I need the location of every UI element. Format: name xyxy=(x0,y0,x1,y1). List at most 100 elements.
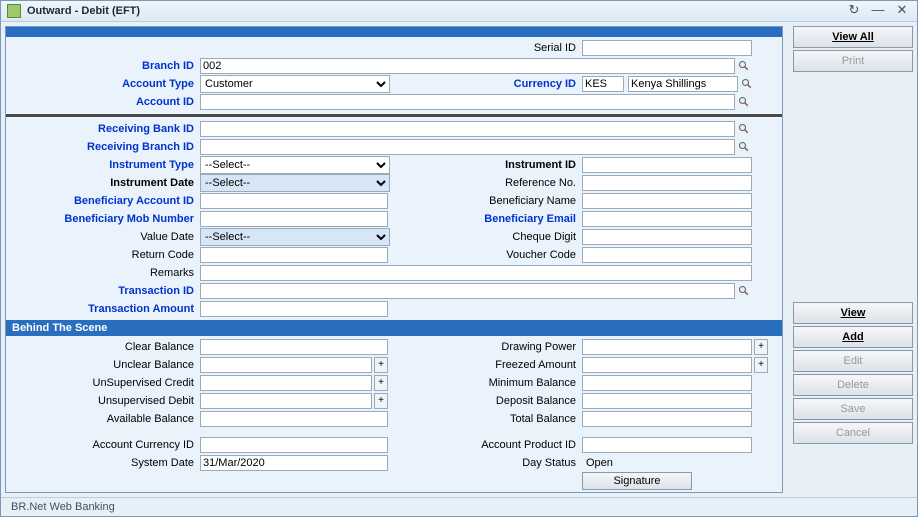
voucher-code-label: Voucher Code xyxy=(388,249,582,261)
plus-button[interactable]: + xyxy=(374,393,388,409)
freezed-amount-input[interactable] xyxy=(582,357,752,373)
reference-no-input[interactable] xyxy=(582,175,752,191)
day-status-label: Day Status xyxy=(388,457,582,469)
minimum-balance-label: Minimum Balance xyxy=(388,377,582,389)
instrument-type-label: Instrument Type xyxy=(10,159,200,171)
instrument-type-select[interactable]: --Select-- xyxy=(200,156,390,174)
drawing-power-input[interactable] xyxy=(582,339,752,355)
available-balance-label: Available Balance xyxy=(10,413,200,425)
unsupervised-debit-input[interactable] xyxy=(200,393,372,409)
search-icon[interactable] xyxy=(737,95,751,109)
currency-name-input[interactable] xyxy=(628,76,738,92)
account-currency-label: Account Currency ID xyxy=(10,439,200,451)
serial-id-input[interactable] xyxy=(582,40,752,56)
beneficiary-email-input[interactable] xyxy=(582,211,752,227)
reference-no-label: Reference No. xyxy=(390,177,582,189)
add-button[interactable]: Add xyxy=(793,326,913,348)
instrument-date-select[interactable]: --Select-- xyxy=(200,174,390,192)
app-window: Outward - Debit (EFT) ↻ — ✕ Serial ID Br… xyxy=(0,0,918,517)
save-button[interactable]: Save xyxy=(793,398,913,420)
view-button[interactable]: View xyxy=(793,302,913,324)
total-balance-input[interactable] xyxy=(582,411,752,427)
account-product-input[interactable] xyxy=(582,437,752,453)
remarks-input[interactable] xyxy=(200,265,752,281)
minimum-balance-input[interactable] xyxy=(582,375,752,391)
beneficiary-name-label: Beneficiary Name xyxy=(388,195,582,207)
instrument-id-label: Instrument ID xyxy=(390,159,582,171)
edit-button[interactable]: Edit xyxy=(793,350,913,372)
unsupervised-debit-label: Unsupervised Debit xyxy=(10,395,200,407)
return-code-label: Return Code xyxy=(10,249,200,261)
transaction-amount-input[interactable] xyxy=(200,301,388,317)
delete-button[interactable]: Delete xyxy=(793,374,913,396)
titlebar: Outward - Debit (EFT) ↻ — ✕ xyxy=(1,1,917,22)
search-icon[interactable] xyxy=(737,284,751,298)
content: Serial ID Branch ID Account Type Custome… xyxy=(1,22,917,497)
cheque-digit-label: Cheque Digit xyxy=(390,231,582,243)
minimize-icon[interactable]: — xyxy=(869,4,887,18)
divider xyxy=(6,114,782,117)
cancel-button[interactable]: Cancel xyxy=(793,422,913,444)
refresh-icon[interactable]: ↻ xyxy=(845,4,863,18)
receiving-branch-label: Receiving Branch ID xyxy=(10,141,200,153)
plus-button[interactable]: + xyxy=(374,357,388,373)
unsupervised-credit-input[interactable] xyxy=(200,375,372,391)
plus-button[interactable]: + xyxy=(374,375,388,391)
status-bar: BR.Net Web Banking xyxy=(1,497,917,516)
account-id-input[interactable] xyxy=(200,94,735,110)
search-icon[interactable] xyxy=(737,122,751,136)
serial-id-label: Serial ID xyxy=(10,42,582,54)
cheque-digit-input[interactable] xyxy=(582,229,752,245)
day-status-value: Open xyxy=(582,457,752,469)
signature-button[interactable]: Signature xyxy=(582,472,692,490)
return-code-input[interactable] xyxy=(200,247,388,263)
branch-id-label: Branch ID xyxy=(10,60,200,72)
value-date-select[interactable]: --Select-- xyxy=(200,228,390,246)
clear-balance-input[interactable] xyxy=(200,339,388,355)
plus-button[interactable]: + xyxy=(754,339,768,355)
close-icon[interactable]: ✕ xyxy=(893,4,911,18)
bts-header: Behind The Scene xyxy=(6,320,782,336)
beneficiary-name-input[interactable] xyxy=(582,193,752,209)
search-icon[interactable] xyxy=(737,59,751,73)
search-icon[interactable] xyxy=(740,77,754,91)
currency-code-input[interactable] xyxy=(582,76,624,92)
system-date-label: System Date xyxy=(10,457,200,469)
receiving-branch-input[interactable] xyxy=(200,139,735,155)
clear-balance-label: Clear Balance xyxy=(10,341,200,353)
beneficiary-account-input[interactable] xyxy=(200,193,388,209)
plus-button[interactable]: + xyxy=(754,357,768,373)
detail-form: Receiving Bank ID Receiving Branch ID In… xyxy=(6,118,782,320)
currency-id-label: Currency ID xyxy=(390,78,582,90)
bts-form: Clear Balance Drawing Power + Unclear Ba… xyxy=(6,336,782,492)
window-title: Outward - Debit (EFT) xyxy=(27,5,839,17)
deposit-balance-input[interactable] xyxy=(582,393,752,409)
search-icon[interactable] xyxy=(737,140,751,154)
account-type-select[interactable]: Customer xyxy=(200,75,390,93)
header-form: Serial ID Branch ID Account Type Custome… xyxy=(6,37,782,113)
sidebar: View All Print View Add Edit Delete Save… xyxy=(793,26,913,493)
available-balance-input[interactable] xyxy=(200,411,388,427)
transaction-id-input[interactable] xyxy=(200,283,735,299)
branch-id-input[interactable] xyxy=(200,58,735,74)
voucher-code-input[interactable] xyxy=(582,247,752,263)
instrument-id-input[interactable] xyxy=(582,157,752,173)
remarks-label: Remarks xyxy=(10,267,200,279)
app-icon xyxy=(7,4,21,18)
account-product-label: Account Product ID xyxy=(388,439,582,451)
receiving-bank-label: Receiving Bank ID xyxy=(10,123,200,135)
transaction-amount-label: Transaction Amount xyxy=(10,303,200,315)
drawing-power-label: Drawing Power xyxy=(388,341,582,353)
instrument-date-label: Instrument Date xyxy=(10,177,200,189)
unclear-balance-label: Unclear Balance xyxy=(10,359,200,371)
view-all-button[interactable]: View All xyxy=(793,26,913,48)
unsupervised-credit-label: UnSupervised Credit xyxy=(10,377,200,389)
unclear-balance-input[interactable] xyxy=(200,357,372,373)
system-date-input[interactable] xyxy=(200,455,388,471)
account-currency-input[interactable] xyxy=(200,437,388,453)
print-button[interactable]: Print xyxy=(793,50,913,72)
top-accent xyxy=(6,27,782,37)
beneficiary-mob-input[interactable] xyxy=(200,211,388,227)
receiving-bank-input[interactable] xyxy=(200,121,735,137)
beneficiary-mob-label: Beneficiary Mob Number xyxy=(10,213,200,225)
